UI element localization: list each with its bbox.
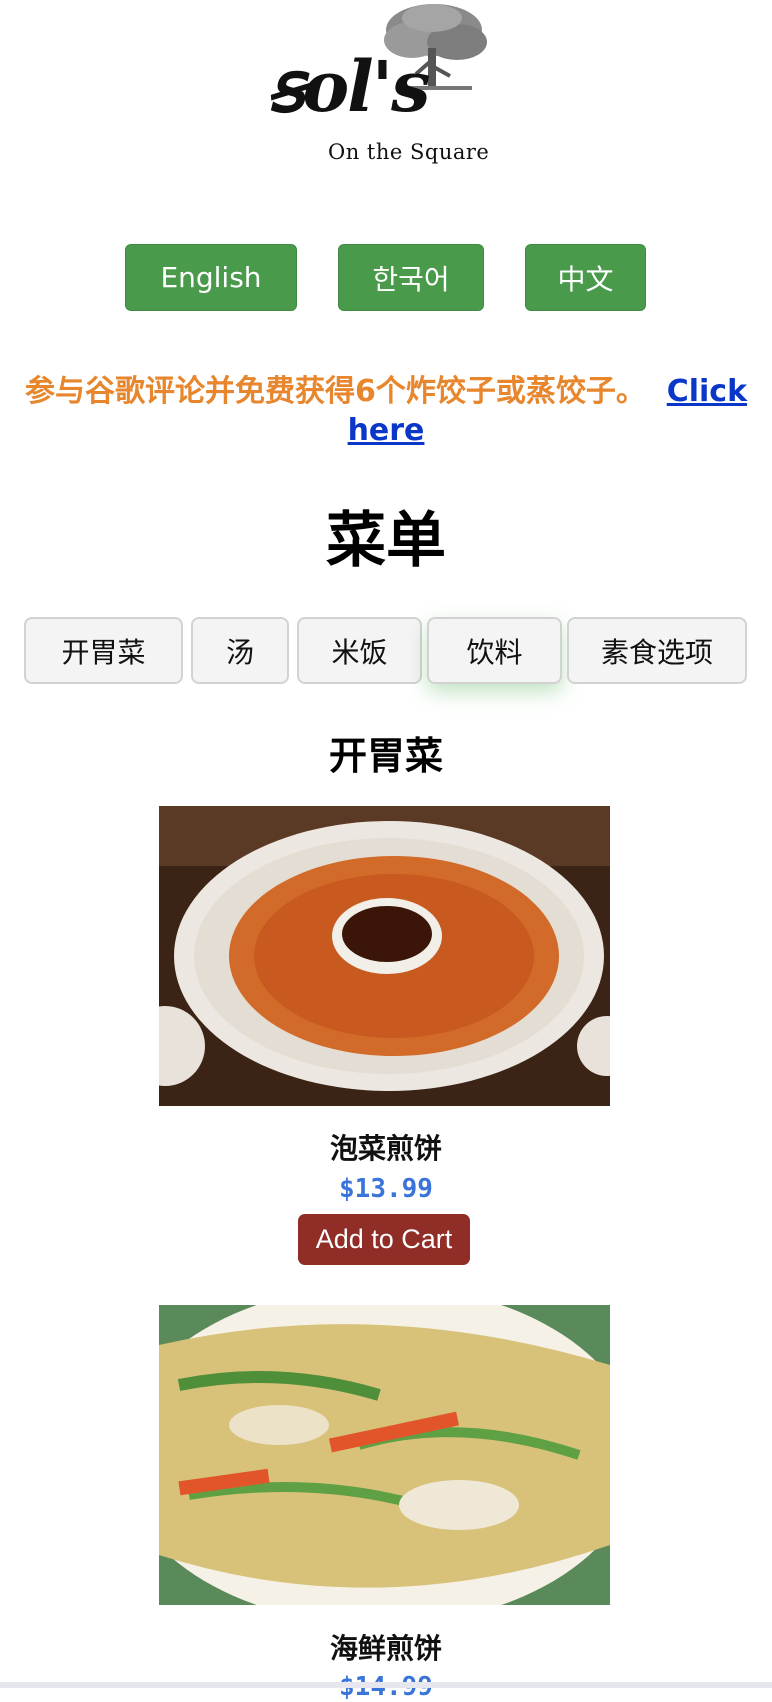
tab-rice[interactable]: 米饭 [297, 617, 422, 684]
language-button-korean[interactable]: 한국어 [338, 244, 484, 311]
menu-title: 菜单 [326, 506, 446, 576]
dish-price: $13.99 [339, 1174, 433, 1204]
logo-subtitle: On the Square [328, 140, 490, 164]
tab-soup[interactable]: 汤 [191, 617, 289, 684]
dish-name: 海鲜煎饼 [329, 1632, 442, 1665]
dish-name: 泡菜煎饼 [329, 1132, 442, 1165]
logo: ꞩol's On the Square [262, 0, 502, 175]
tab-drinks[interactable]: 饮料 [427, 617, 562, 684]
language-button-chinese[interactable]: 中文 [525, 244, 646, 311]
bottom-bar [0, 1682, 772, 1688]
language-button-english[interactable]: English [125, 244, 297, 311]
add-to-cart-button[interactable]: Add to Cart [298, 1214, 470, 1265]
seafood-pancake-image [159, 1305, 610, 1605]
tab-vegetarian[interactable]: 素食选项 [567, 617, 747, 684]
section-title: 开胃菜 [328, 734, 443, 778]
promo-banner: 参与谷歌评论并免费获得6个炸饺子或蒸饺子。 Click here [8, 372, 764, 450]
logo-text: ꞩol's [268, 45, 431, 128]
tab-appetizers[interactable]: 开胃菜 [24, 617, 183, 684]
kimchi-pancake-image [159, 806, 610, 1106]
promo-text: 参与谷歌评论并免费获得6个炸饺子或蒸饺子。 [24, 374, 646, 409]
